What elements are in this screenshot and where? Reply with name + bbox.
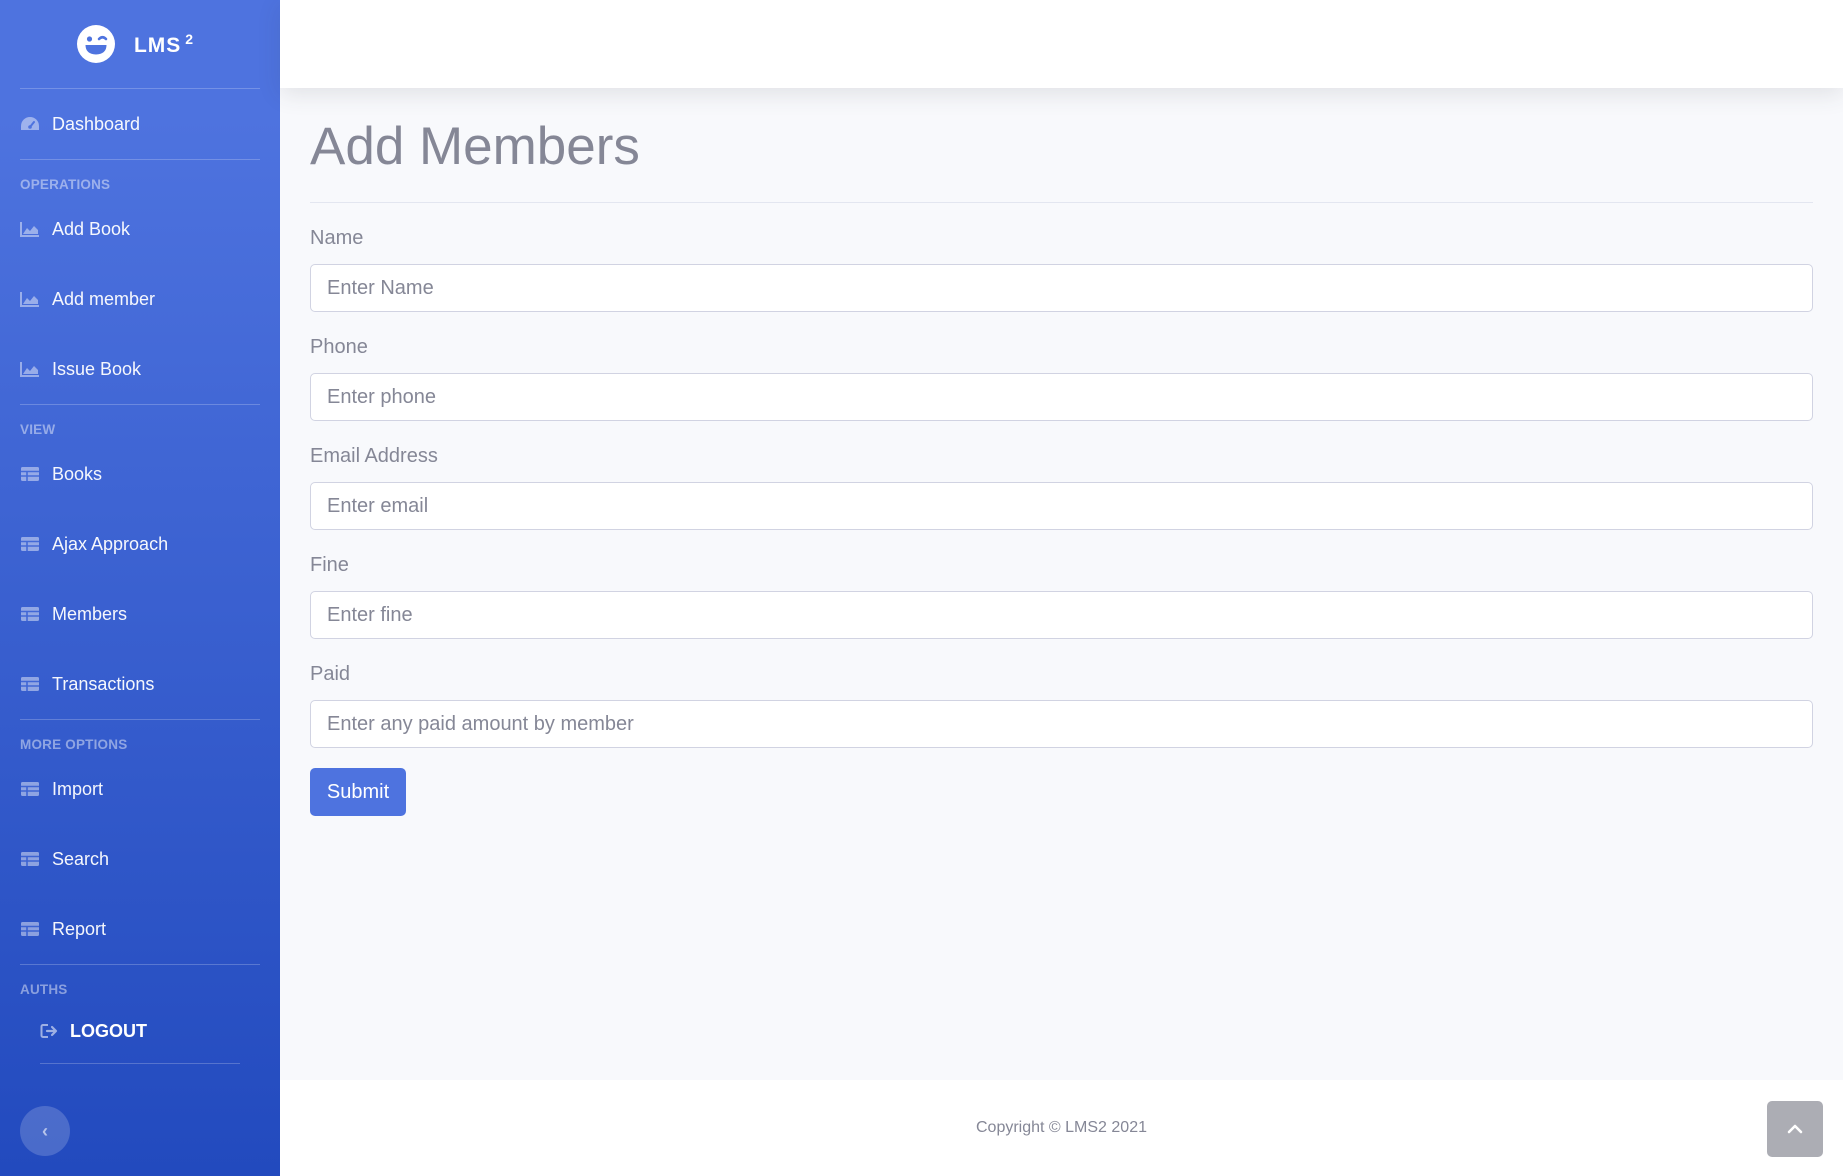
sidebar-item-label: Transactions xyxy=(52,673,155,694)
sidebar-item-label: Issue Book xyxy=(52,358,142,379)
chart-area-icon xyxy=(20,362,39,377)
sidebar-heading-more-options: MORE OPTIONS xyxy=(20,737,128,752)
scroll-to-top-button[interactable] xyxy=(1767,1101,1823,1157)
sidebar-item-label: Dashboard xyxy=(52,113,141,134)
page-title: Add Members xyxy=(310,117,640,176)
chevron-up-icon xyxy=(1787,1124,1803,1134)
phone-input[interactable] xyxy=(310,373,1813,421)
table-icon xyxy=(21,677,39,691)
tachometer-icon xyxy=(21,117,39,130)
sidebar-item-books[interactable]: Books xyxy=(0,439,280,509)
table-icon xyxy=(21,607,39,621)
sidebar-heading-view: VIEW xyxy=(20,422,56,437)
sidebar-heading-operations: OPERATIONS xyxy=(20,177,111,192)
sidebar-item-label: Add Book xyxy=(52,218,131,239)
phone-label: Phone xyxy=(310,336,368,358)
copyright-text: Copyright © LMS2 2021 xyxy=(976,1119,1147,1136)
sidebar-item-search[interactable]: Search xyxy=(0,824,280,894)
sign-out-icon xyxy=(40,1024,58,1038)
table-icon xyxy=(21,852,39,866)
table-icon xyxy=(21,782,39,796)
logout-link[interactable]: LOGOUT xyxy=(0,999,280,1063)
sidebar-item-issue-book[interactable]: Issue Book xyxy=(0,334,280,404)
sidebar-item-transactions[interactable]: Transactions xyxy=(0,649,280,719)
chart-area-icon xyxy=(20,292,39,307)
table-icon xyxy=(21,922,39,936)
paid-input[interactable] xyxy=(310,700,1813,748)
fine-input[interactable] xyxy=(310,591,1813,639)
main-content: Add Members Name Phone Email Address Fin… xyxy=(310,88,1813,816)
sidebar-item-label: Import xyxy=(52,778,104,799)
topbar xyxy=(280,0,1843,88)
sidebar-item-import[interactable]: Import xyxy=(0,754,280,824)
table-icon xyxy=(21,467,39,481)
chevron-left-icon: ‹ xyxy=(42,1120,48,1141)
name-label: Name xyxy=(310,227,364,249)
email-input[interactable] xyxy=(310,482,1813,530)
footer: Copyright © LMS2 2021 xyxy=(280,1080,1843,1176)
sidebar-item-label: Ajax Approach xyxy=(52,533,169,554)
sidebar-item-label: Add member xyxy=(52,288,156,309)
sidebar-item-report[interactable]: Report xyxy=(0,894,280,964)
submit-button[interactable]: Submit xyxy=(310,768,406,816)
sidebar-item-label: Members xyxy=(52,603,128,624)
sidebar-brand[interactable]: LMS 2 xyxy=(0,0,280,88)
logout-label: LOGOUT xyxy=(70,1020,147,1041)
sidebar-item-label: Search xyxy=(52,848,110,869)
brand-name: LMS 2 xyxy=(133,30,195,57)
title-divider xyxy=(310,202,1813,203)
table-icon xyxy=(21,537,39,551)
fine-label: Fine xyxy=(310,554,349,576)
sidebar-item-dashboard[interactable]: Dashboard xyxy=(0,89,280,159)
sidebar-heading-auths: AUTHS xyxy=(20,982,68,997)
email-label: Email Address xyxy=(310,445,438,467)
laugh-wink-icon xyxy=(76,25,115,63)
sidebar-item-members[interactable]: Members xyxy=(0,579,280,649)
chart-area-icon xyxy=(20,222,39,237)
sidebar-item-ajax-approach[interactable]: Ajax Approach xyxy=(0,509,280,579)
sidebar-item-add-book[interactable]: Add Book xyxy=(0,194,280,264)
sidebar: LMS 2 Dashboard OPERATIONS Add Book Add m… xyxy=(0,0,280,1176)
add-member-form: Name Phone Email Address Fine Paid Submi… xyxy=(310,226,1813,816)
sidebar-divider xyxy=(40,1063,240,1064)
paid-label: Paid xyxy=(310,663,351,685)
sidebar-toggle-button[interactable]: ‹ xyxy=(20,1106,70,1156)
sidebar-item-add-member[interactable]: Add member xyxy=(0,264,280,334)
sidebar-item-label: Report xyxy=(52,918,107,939)
name-input[interactable] xyxy=(310,264,1813,312)
sidebar-item-label: Books xyxy=(52,463,103,484)
